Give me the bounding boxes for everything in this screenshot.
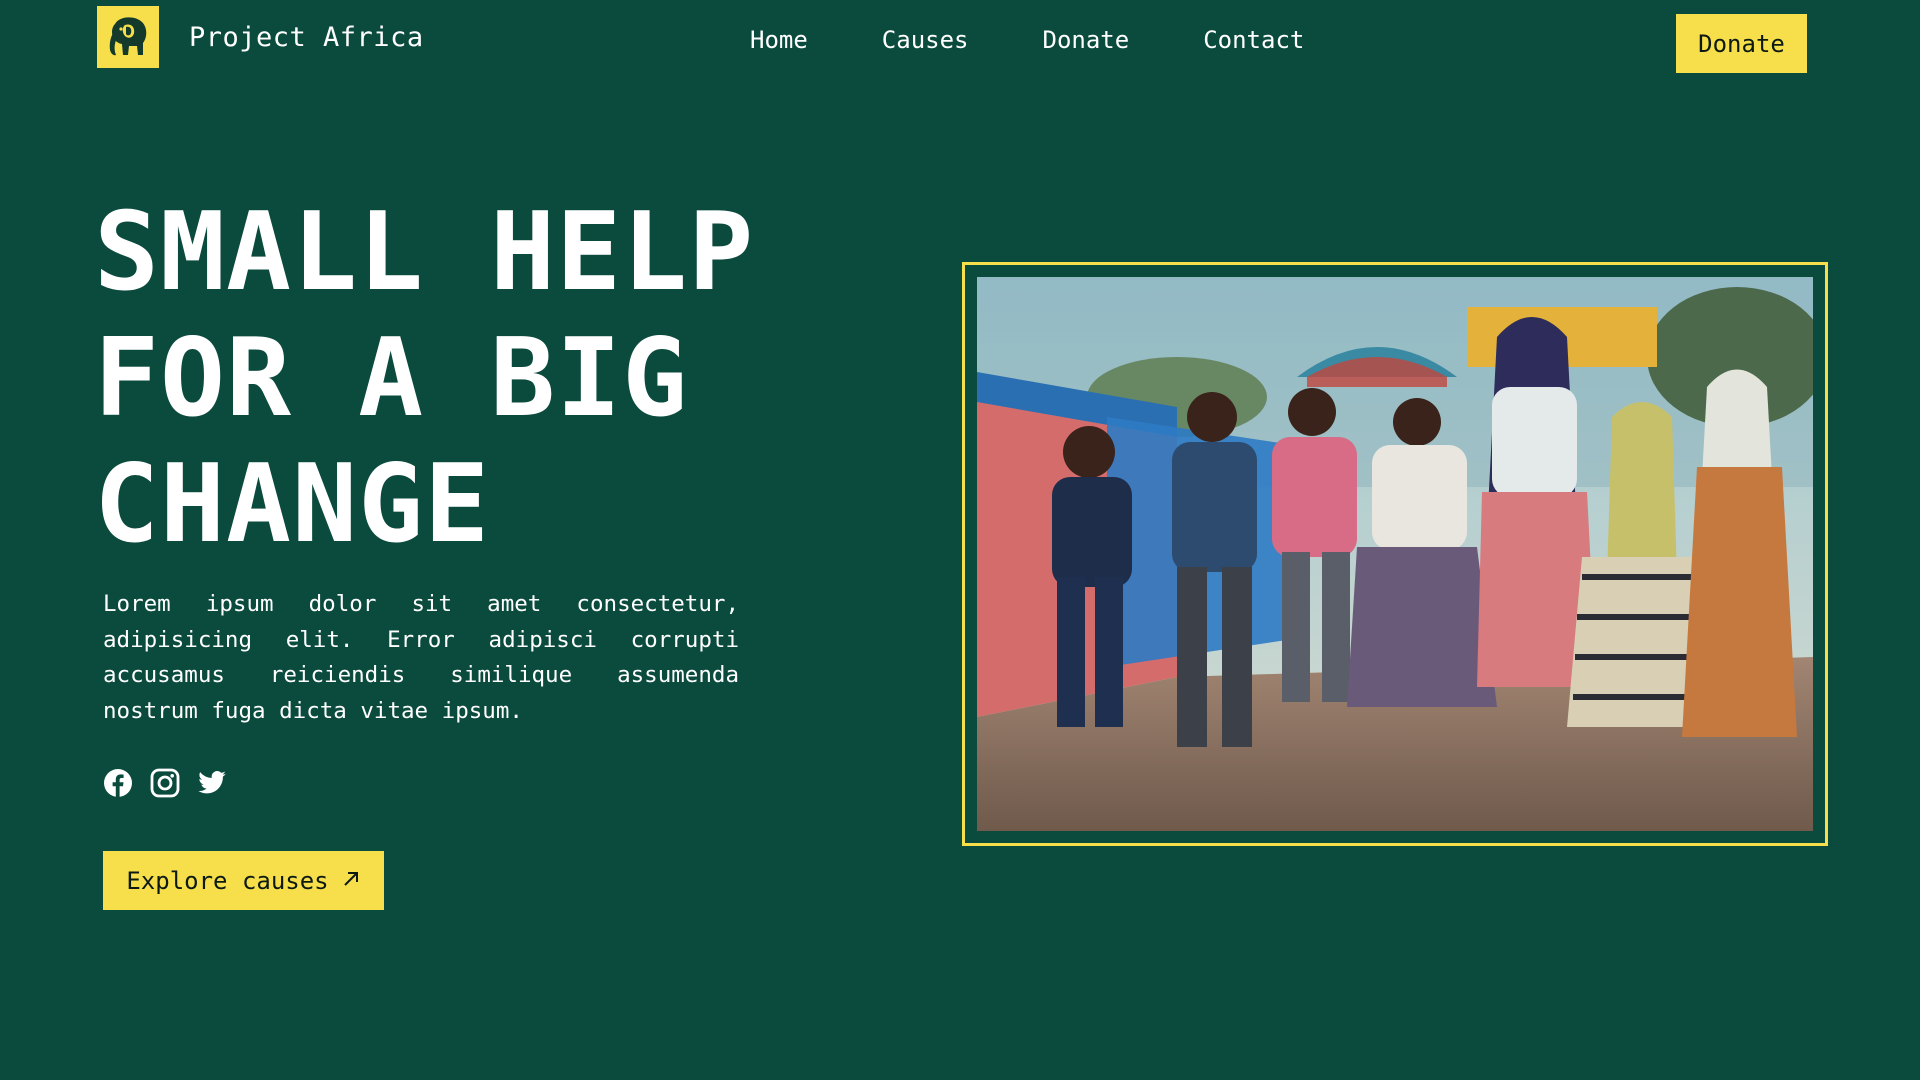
hero-image <box>977 277 1813 831</box>
arrow-up-right-icon <box>341 867 361 895</box>
site-header: Project Africa Home Causes Donate Contac… <box>0 0 1920 90</box>
hero-title-line: SMALL HELP <box>94 190 755 315</box>
explore-causes-label: Explore causes <box>126 866 329 895</box>
instagram-icon[interactable] <box>150 768 180 798</box>
hero-title-line: FOR A BIG <box>94 316 689 441</box>
brand-name: Project Africa <box>189 21 424 53</box>
hero-image-frame <box>962 262 1828 846</box>
hero-title: SMALL HELP FOR A BIG CHANGE <box>94 190 794 568</box>
nav-link-contact[interactable]: Contact <box>1203 26 1304 54</box>
twitter-icon[interactable] <box>197 768 227 798</box>
donate-button[interactable]: Donate <box>1676 14 1807 73</box>
elephant-icon[interactable] <box>97 6 159 68</box>
brand[interactable]: Project Africa <box>97 6 424 68</box>
nav-link-home[interactable]: Home <box>750 26 808 54</box>
main-nav: Home Causes Donate Contact <box>750 26 1304 54</box>
nav-link-causes[interactable]: Causes <box>882 26 969 54</box>
nav-link-donate[interactable]: Donate <box>1043 26 1130 54</box>
hero-title-line: CHANGE <box>94 442 491 567</box>
explore-causes-button[interactable]: Explore causes <box>103 851 384 910</box>
hero-description: Lorem ipsum dolor sit amet consectetur, … <box>103 591 739 724</box>
facebook-icon[interactable] <box>103 768 133 798</box>
social-links <box>103 768 227 798</box>
